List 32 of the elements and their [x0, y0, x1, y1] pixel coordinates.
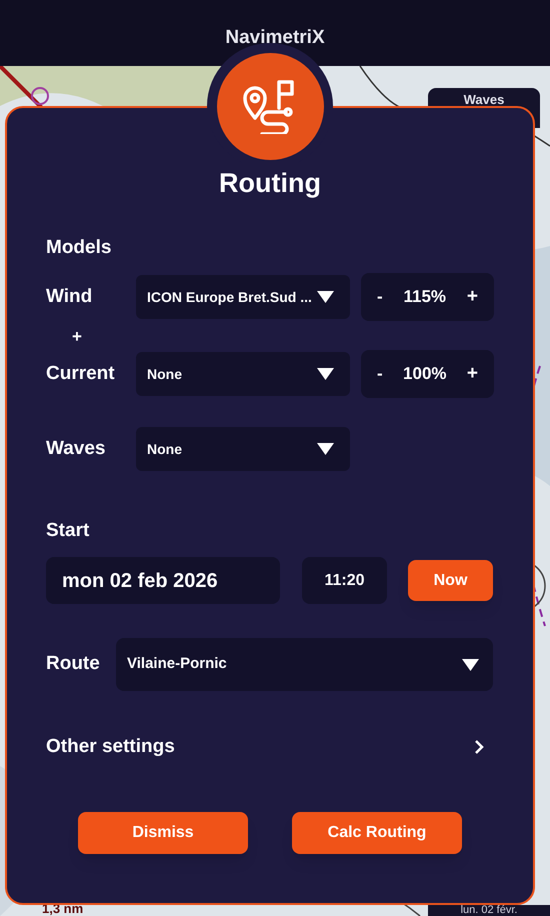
dropdown-arrow-icon: [317, 443, 334, 455]
chevron-right-icon: [474, 739, 484, 756]
percent-value: 115%: [402, 286, 448, 308]
dialog-title: Routing: [219, 167, 321, 199]
model-dropdown[interactable]: None: [136, 427, 350, 471]
field-label: Wind: [46, 284, 94, 309]
plus-label: +: [72, 328, 82, 344]
percent-value: 100%: [402, 363, 448, 386]
route-dropdown[interactable]: Vilaine-Pornic: [116, 638, 493, 691]
dropdown-arrow-icon: [462, 658, 479, 670]
app-title: NavimetriX: [225, 28, 325, 48]
panel-label: Waves: [464, 93, 504, 108]
now-button[interactable]: Now: [408, 560, 493, 601]
dialog-button[interactable]: Calc Routing: [292, 812, 462, 854]
other-settings-row[interactable]: Other settings: [46, 733, 494, 762]
dialog-button[interactable]: Dismiss: [78, 812, 248, 854]
section-heading: Start: [46, 520, 90, 542]
plus-button[interactable]: +: [462, 282, 482, 312]
field-label: Waves: [46, 436, 106, 461]
field-label: Route: [46, 652, 101, 676]
plus-button[interactable]: +: [462, 360, 482, 388]
dropdown-arrow-icon: [317, 291, 334, 303]
model-dropdown[interactable]: ICON Europe Bret.Sud ...: [136, 275, 350, 319]
field-label: Current: [46, 362, 116, 386]
date-field[interactable]: mon 02 feb 2026: [46, 557, 280, 604]
date-label: lun. 02 févr.: [460, 905, 518, 916]
dropdown-arrow-icon: [317, 368, 334, 380]
minus-button[interactable]: -: [373, 361, 387, 387]
section-heading: Models: [46, 237, 112, 259]
minus-button[interactable]: -: [373, 284, 387, 310]
model-dropdown[interactable]: None: [136, 352, 350, 396]
time-field[interactable]: 11:20: [302, 557, 387, 604]
